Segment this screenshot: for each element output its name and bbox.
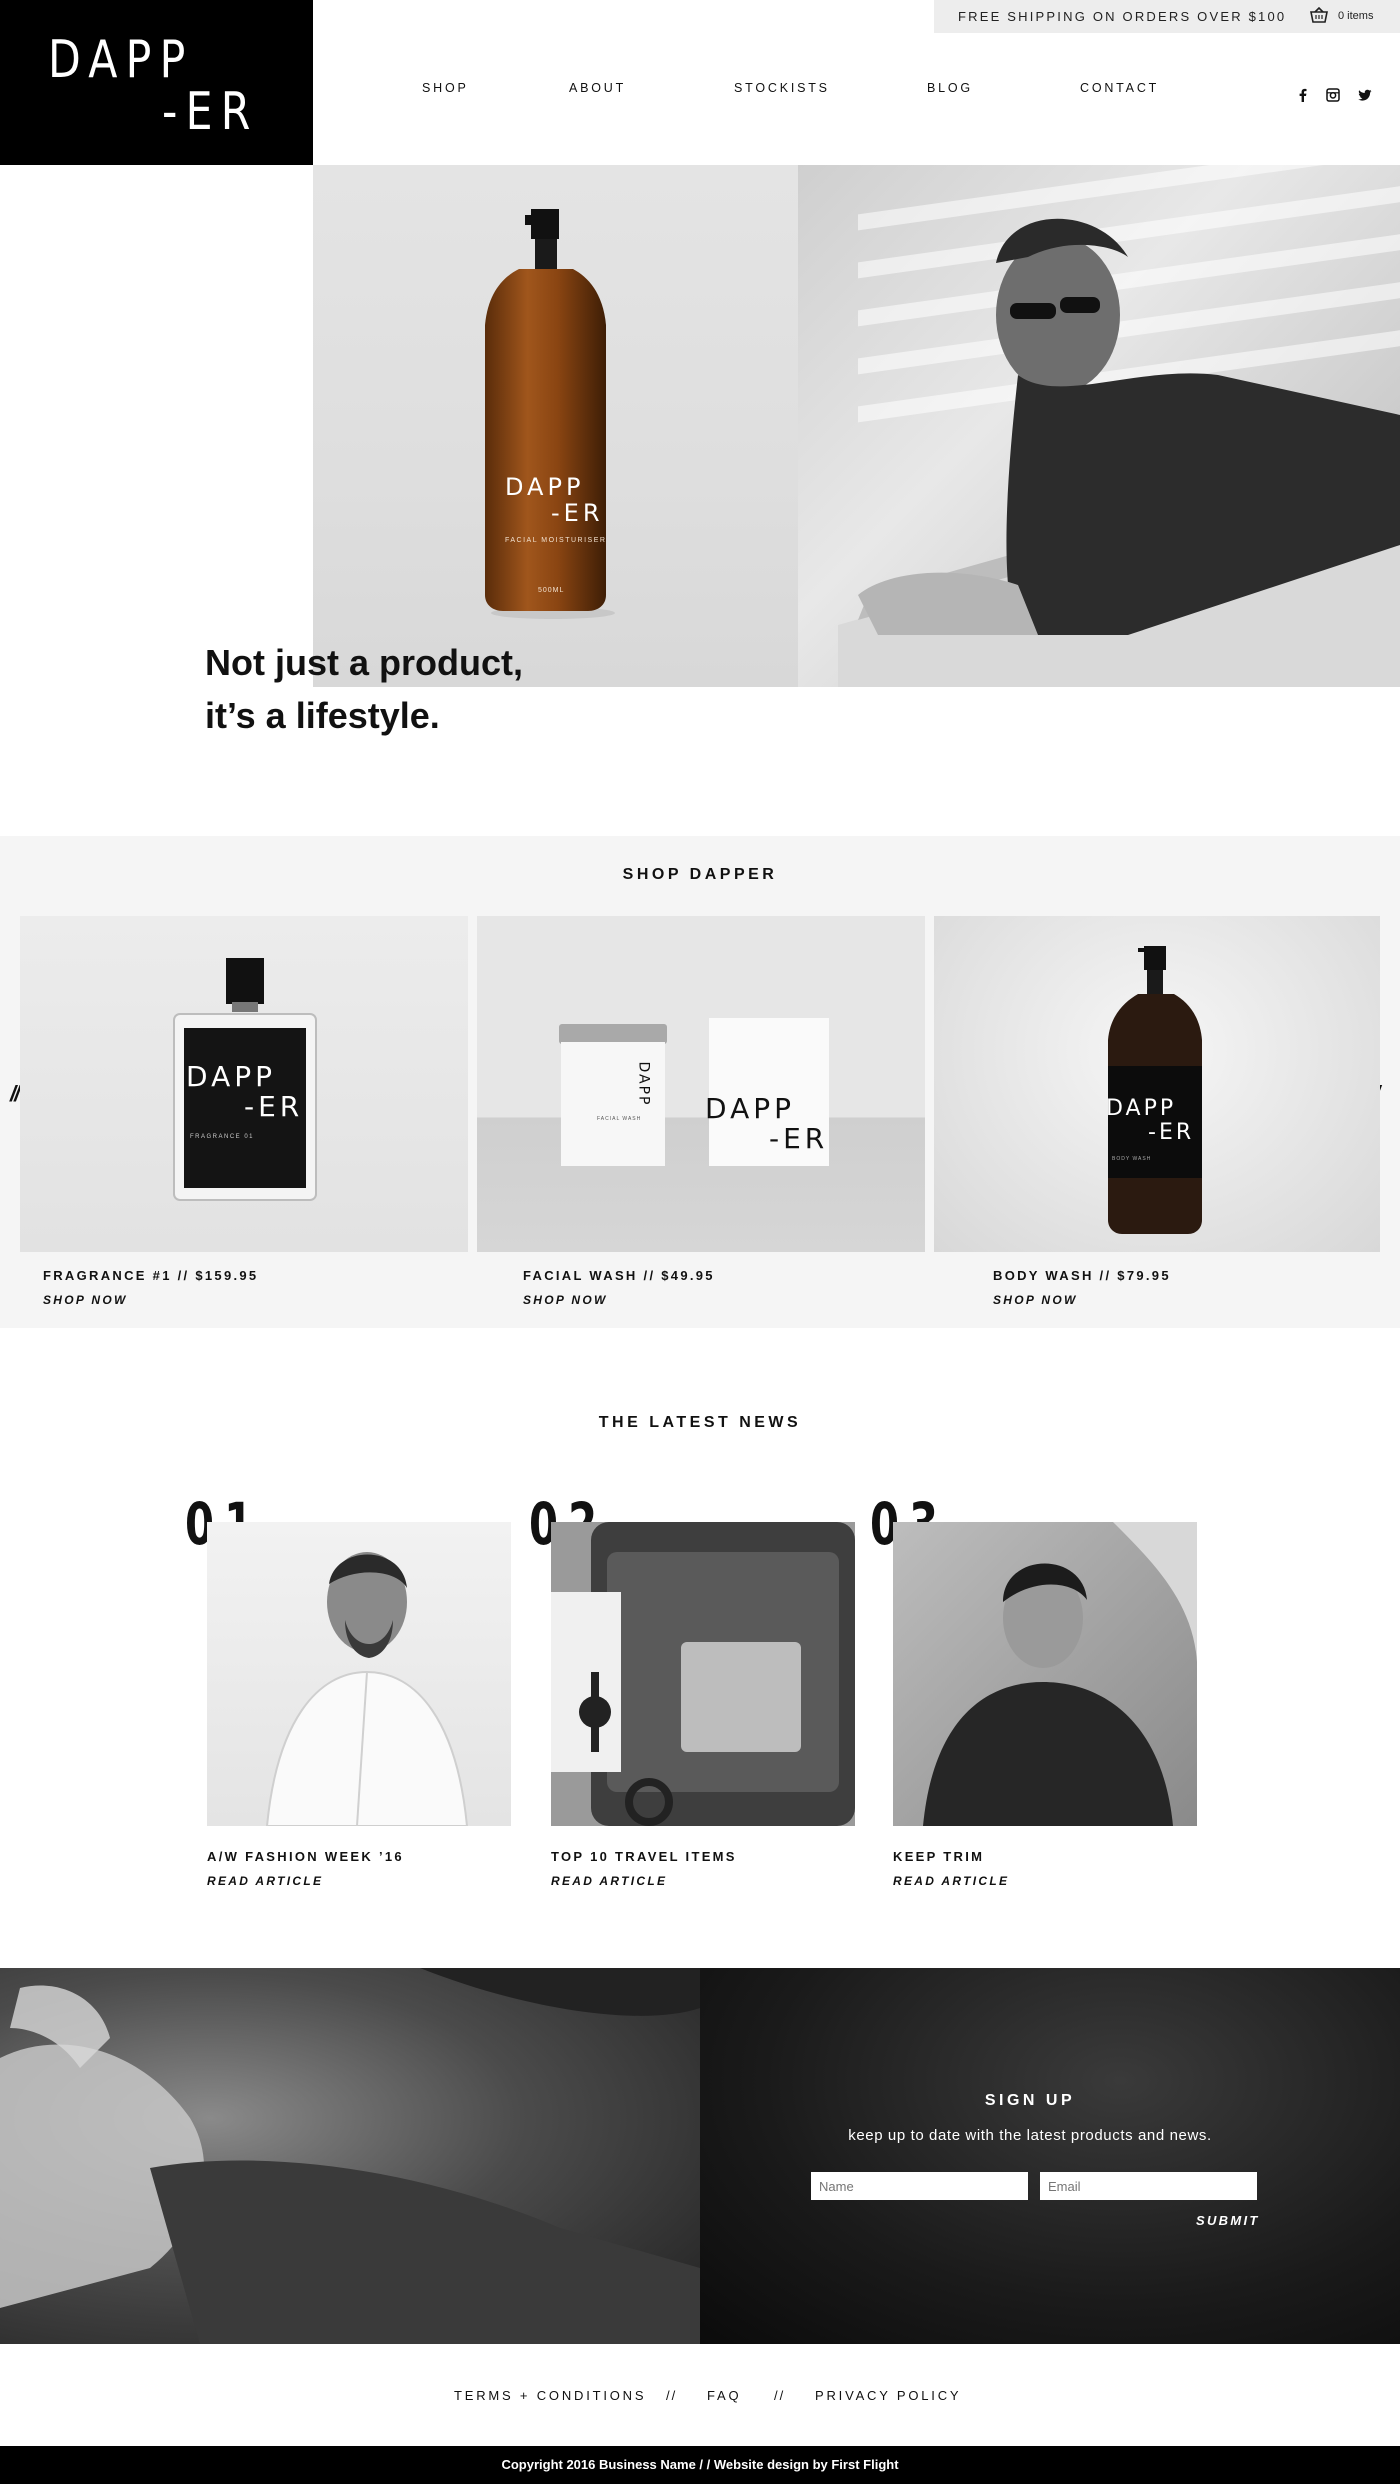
news-title-3: KEEP TRIM bbox=[893, 1849, 985, 1864]
product-name-fragrance: FRAGRANCE #1 // $159.95 bbox=[43, 1268, 259, 1283]
name-field[interactable] bbox=[811, 2172, 1028, 2200]
shipping-bar: FREE SHIPPING ON ORDERS OVER $100 0 item… bbox=[934, 0, 1400, 33]
twitter-icon[interactable] bbox=[1358, 88, 1372, 102]
copyright-bar: Copyright 2016 Business Name / / Website… bbox=[0, 2446, 1400, 2484]
basket-icon[interactable] bbox=[1310, 7, 1328, 23]
signup-subtitle: keep up to date with the latest products… bbox=[848, 2127, 1212, 2144]
hero-headline-line2: it’s a lifestyle. bbox=[205, 695, 440, 736]
hero-headline: Not just a product, it’s a lifestyle. bbox=[205, 636, 523, 742]
jar-label-top: DAPP bbox=[635, 1061, 652, 1107]
news-image-fashion[interactable] bbox=[207, 1522, 511, 1826]
body-wash-label-bottom: -ER bbox=[1148, 1120, 1195, 1145]
product-name-facial-wash: FACIAL WASH // $49.95 bbox=[523, 1268, 715, 1283]
nav-shop[interactable]: SHOP bbox=[422, 81, 469, 95]
shop-now-link-fragrance[interactable]: SHOP NOW bbox=[43, 1293, 128, 1307]
news-image-trim[interactable] bbox=[893, 1522, 1197, 1826]
hero-headline-line1: Not just a product, bbox=[205, 642, 523, 683]
body-wash-bottle-icon bbox=[1106, 946, 1202, 1234]
product-name-body-wash: BODY WASH // $79.95 bbox=[993, 1268, 1171, 1283]
bottle-label-volume: 500ML bbox=[538, 587, 565, 594]
footer-separator: // bbox=[666, 2388, 678, 2403]
box-label-top: DAPP bbox=[705, 1092, 795, 1125]
shop-section: SHOP DAPPER // // DAPP -ER FRAGRANCE 01 … bbox=[0, 836, 1400, 1328]
signup-photo bbox=[0, 1968, 700, 2344]
fragrance-label-bottom: -ER bbox=[244, 1090, 304, 1123]
copyright-text: Copyright 2016 Business Name / / Website… bbox=[501, 2457, 899, 2472]
man-white-shirt-photo bbox=[265, 1552, 469, 1826]
logo[interactable]: DAPP -ER bbox=[0, 0, 313, 165]
news-image-travel[interactable] bbox=[551, 1522, 855, 1826]
read-article-link-2[interactable]: READ ARTICLE bbox=[551, 1874, 667, 1888]
fragrance-label-small: FRAGRANCE 01 bbox=[190, 1134, 255, 1140]
shipping-notice: FREE SHIPPING ON ORDERS OVER $100 bbox=[958, 9, 1287, 24]
read-article-link-3[interactable]: READ ARTICLE bbox=[893, 1874, 1009, 1888]
instagram-icon[interactable] bbox=[1326, 88, 1340, 102]
body-wash-label-top: DAPP bbox=[1106, 1096, 1177, 1121]
nav-about[interactable]: ABOUT bbox=[569, 81, 626, 95]
footer-separator: // bbox=[774, 2388, 786, 2403]
logo-text-top: DAPP bbox=[48, 30, 194, 90]
signup-title: SIGN UP bbox=[984, 2092, 1076, 2109]
footer-faq-link[interactable]: FAQ bbox=[707, 2388, 741, 2403]
box-label-bottom: -ER bbox=[769, 1122, 829, 1155]
section-title-news: THE LATEST NEWS bbox=[598, 1414, 802, 1431]
read-article-link-1[interactable]: READ ARTICLE bbox=[207, 1874, 323, 1888]
amber-bottle-icon bbox=[485, 209, 615, 619]
man-sunglasses-photo bbox=[838, 218, 1400, 687]
email-field[interactable] bbox=[1040, 2172, 1257, 2200]
submit-button[interactable]: SUBMIT bbox=[1196, 2213, 1260, 2228]
nav-contact[interactable]: CONTACT bbox=[1080, 81, 1159, 95]
body-wash-label-small: BODY WASH bbox=[1112, 1156, 1152, 1162]
product-card-fragrance[interactable]: DAPP -ER FRAGRANCE 01 bbox=[20, 916, 468, 1252]
bottle-label-product: FACIAL MOISTURISER bbox=[505, 537, 607, 544]
man-sweater-photo bbox=[923, 1522, 1197, 1826]
bottle-label-bottom: -ER bbox=[551, 499, 604, 527]
cart-count[interactable]: 0 items bbox=[1338, 10, 1373, 22]
facebook-icon[interactable] bbox=[1296, 88, 1310, 102]
signup-panel bbox=[700, 1968, 1400, 2344]
jar-label-small: FACIAL WASH bbox=[597, 1116, 642, 1122]
shop-now-link-body-wash[interactable]: SHOP NOW bbox=[993, 1293, 1078, 1307]
logo-text-bottom: -ER bbox=[162, 82, 259, 142]
open-suitcase-photo bbox=[551, 1522, 855, 1826]
footer-privacy-link[interactable]: PRIVACY POLICY bbox=[815, 2388, 961, 2403]
carousel-prev-button[interactable]: // bbox=[10, 1081, 20, 1107]
nav-blog[interactable]: BLOG bbox=[927, 81, 973, 95]
fragrance-label-top: DAPP bbox=[186, 1060, 276, 1093]
section-title-shop: SHOP DAPPER bbox=[622, 866, 778, 883]
product-card-body-wash[interactable]: DAPP -ER BODY WASH bbox=[934, 916, 1380, 1252]
facial-wash-jar-icon bbox=[559, 1018, 829, 1166]
footer-terms-link[interactable]: TERMS + CONDITIONS bbox=[454, 2388, 646, 2403]
hero-product-image: DAPP -ER FACIAL MOISTURISER 500ML bbox=[313, 165, 798, 687]
bottle-label-top: DAPP bbox=[505, 473, 585, 501]
nav-stockists[interactable]: STOCKISTS bbox=[734, 81, 830, 95]
crossed-arms-photo bbox=[0, 1968, 700, 2344]
hero-model-photo bbox=[798, 165, 1400, 687]
news-title-1: A/W FASHION WEEK ’16 bbox=[207, 1849, 404, 1864]
product-card-facial-wash[interactable]: DAPP FACIAL WASH DAPP -ER bbox=[477, 916, 925, 1252]
shop-now-link-facial-wash[interactable]: SHOP NOW bbox=[523, 1293, 608, 1307]
news-title-2: TOP 10 TRAVEL ITEMS bbox=[551, 1849, 737, 1864]
